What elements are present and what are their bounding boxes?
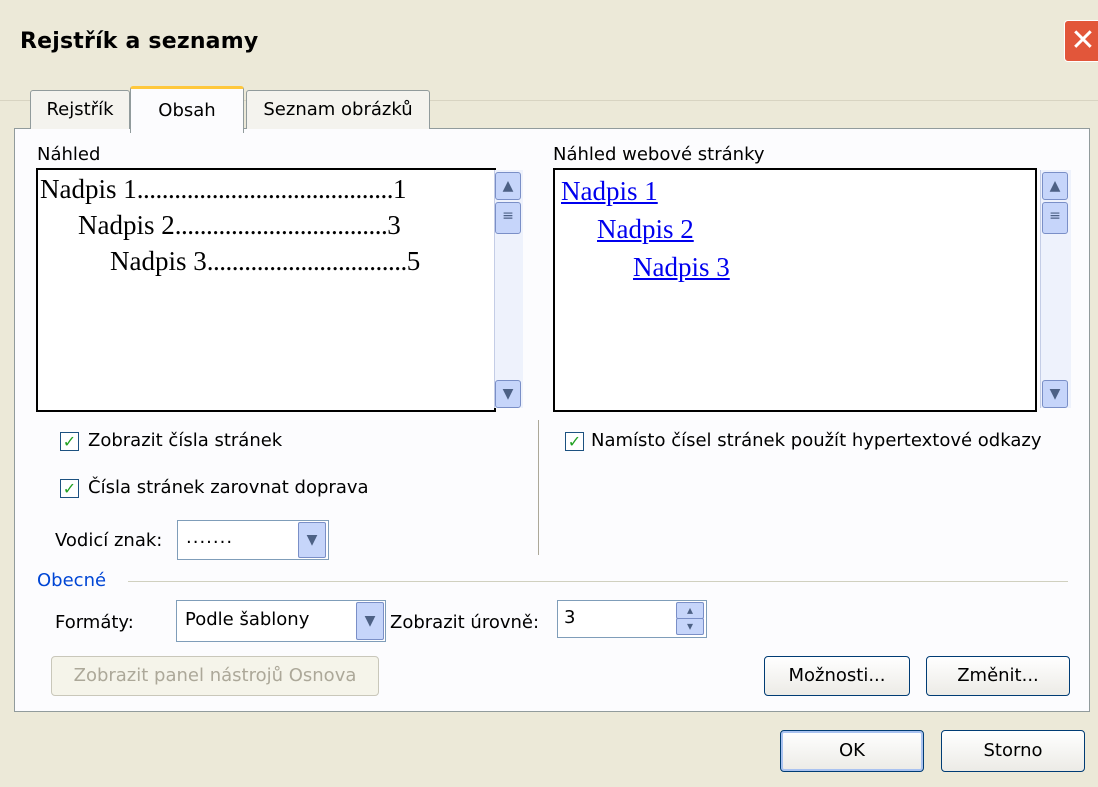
check-icon: ✓ bbox=[62, 479, 77, 498]
formats-dropdown[interactable]: Podle šablony bbox=[176, 600, 386, 642]
tab-list-of-figures-label: Seznam obrázků bbox=[263, 99, 413, 120]
toc-entry: Nadpis 1................................… bbox=[40, 174, 407, 204]
arrow-down-icon: ▼ bbox=[1049, 386, 1061, 402]
scroll-thumb[interactable]: ≡ bbox=[495, 202, 521, 234]
check-icon: ✓ bbox=[62, 432, 77, 451]
group-divider bbox=[128, 581, 1068, 582]
scroll-thumb[interactable]: ≡ bbox=[1042, 202, 1068, 234]
leader-label: Vodicí znak: bbox=[55, 530, 163, 551]
spin-up-icon: ▴ bbox=[686, 603, 694, 617]
formats-label: Formáty: bbox=[55, 612, 134, 633]
leader-value: ....... bbox=[186, 527, 234, 548]
ok-button[interactable]: OK bbox=[780, 730, 924, 772]
scroll-up-button[interactable]: ▲ bbox=[495, 172, 521, 200]
leader-dropdown-button[interactable]: ▼ bbox=[298, 522, 326, 558]
right-align-label: Čísla stránek zarovnat doprava bbox=[88, 477, 369, 498]
outline-toolbar-button[interactable]: Zobrazit panel nástrojů Osnova bbox=[51, 656, 379, 696]
use-hyperlinks-checkbox[interactable]: ✓ bbox=[565, 432, 584, 451]
cancel-button[interactable]: Storno bbox=[941, 730, 1085, 772]
general-group-label: Obecné bbox=[37, 570, 107, 591]
options-button[interactable]: Možnosti... bbox=[764, 656, 910, 696]
chevron-down-icon: ▼ bbox=[306, 532, 318, 548]
toc-entry: Nadpis 3................................… bbox=[110, 246, 421, 276]
levels-label: Zobrazit úrovně: bbox=[390, 612, 540, 633]
close-button[interactable]: ✕ bbox=[1064, 20, 1098, 62]
check-icon: ✓ bbox=[567, 432, 582, 451]
formats-value: Podle šablony bbox=[185, 609, 310, 630]
tab-index-label: Rejstřík bbox=[46, 99, 114, 120]
levels-value: 3 bbox=[564, 607, 576, 628]
right-align-checkbox[interactable]: ✓ bbox=[60, 479, 79, 498]
grip-icon: ≡ bbox=[502, 208, 514, 224]
window-title: Rejstřík a seznamy bbox=[20, 29, 259, 54]
scroll-down-button[interactable]: ▼ bbox=[495, 380, 521, 408]
arrow-down-icon: ▼ bbox=[502, 386, 514, 402]
arrow-up-icon: ▲ bbox=[1049, 178, 1061, 194]
web-preview-label: Náhled webové stránky bbox=[553, 144, 765, 165]
scroll-down-button[interactable]: ▼ bbox=[1042, 380, 1068, 408]
tab-contents[interactable]: Obsah bbox=[130, 86, 244, 133]
formats-dropdown-button[interactable]: ▼ bbox=[356, 602, 384, 640]
arrow-up-icon: ▲ bbox=[502, 178, 514, 194]
tab-list-of-figures[interactable]: Seznam obrázků bbox=[246, 90, 430, 129]
print-preview[interactable]: Nadpis 1................................… bbox=[36, 168, 496, 412]
levels-spin-up[interactable]: ▴ bbox=[676, 602, 704, 619]
web-link: Nadpis 3 bbox=[633, 252, 730, 282]
toc-entry: Nadpis 2................................… bbox=[78, 210, 401, 240]
web-link: Nadpis 1 bbox=[561, 176, 658, 206]
show-page-numbers-label: Zobrazit čísla stránek bbox=[88, 430, 283, 451]
tab-contents-label: Obsah bbox=[158, 100, 216, 121]
column-divider bbox=[538, 420, 539, 555]
chevron-down-icon: ▼ bbox=[364, 613, 376, 629]
web-preview[interactable]: Nadpis 1 Nadpis 2 Nadpis 3 bbox=[553, 168, 1037, 412]
print-preview-label: Náhled bbox=[37, 144, 101, 165]
spin-down-icon: ▾ bbox=[686, 619, 694, 633]
show-page-numbers-checkbox[interactable]: ✓ bbox=[60, 432, 79, 451]
modify-button[interactable]: Změnit... bbox=[926, 656, 1070, 696]
web-link: Nadpis 2 bbox=[597, 214, 694, 244]
close-icon: ✕ bbox=[1070, 23, 1096, 58]
tab-index[interactable]: Rejstřík bbox=[30, 90, 130, 129]
levels-spin-down[interactable]: ▾ bbox=[676, 618, 704, 635]
grip-icon: ≡ bbox=[1049, 208, 1061, 224]
scroll-up-button[interactable]: ▲ bbox=[1042, 172, 1068, 200]
use-hyperlinks-label: Namísto čísel stránek použít hypertextov… bbox=[591, 430, 1042, 451]
